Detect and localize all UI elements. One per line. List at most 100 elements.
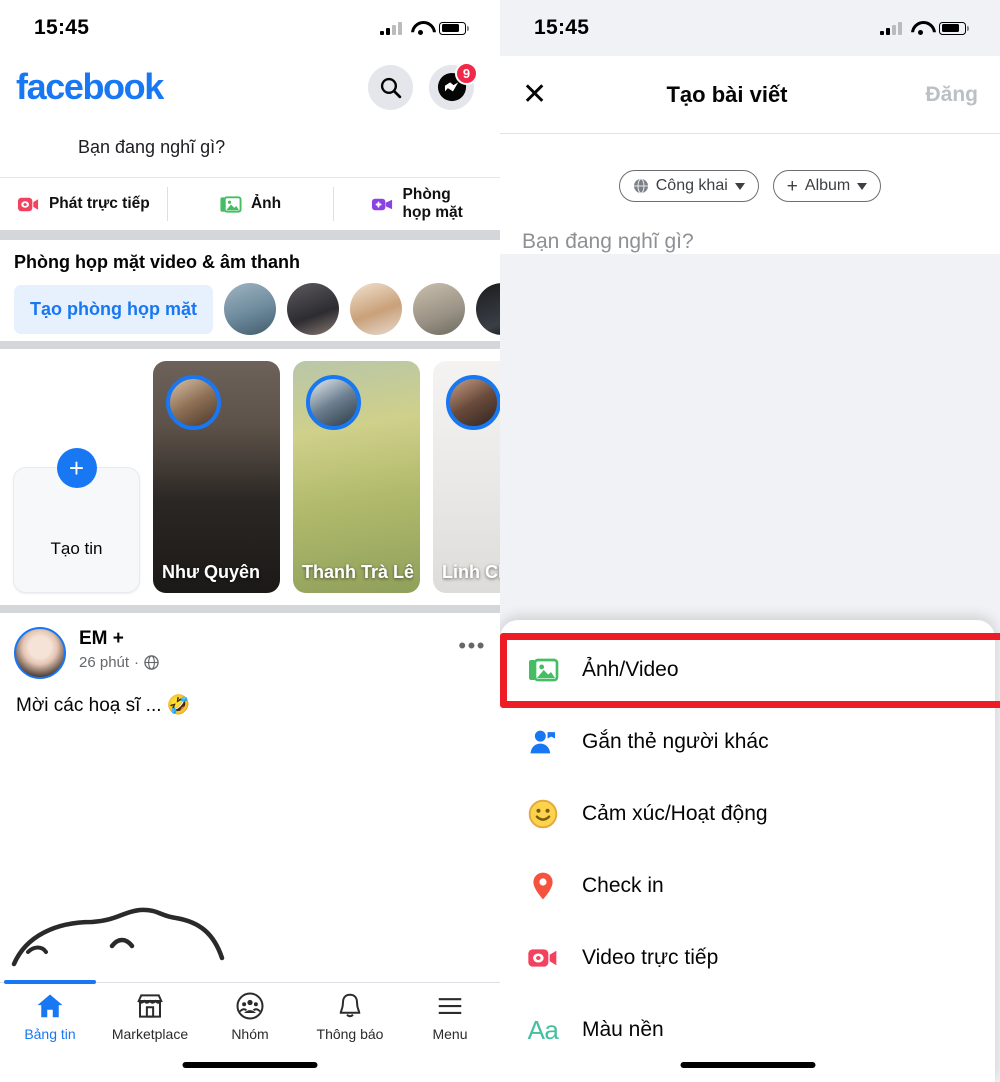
home-indicator <box>680 1062 815 1068</box>
photo-icon <box>220 195 242 213</box>
nav-label: Nhóm <box>231 1026 269 1042</box>
close-icon[interactable]: ✕ <box>522 79 564 110</box>
bell-icon <box>339 993 361 1018</box>
tab-live-video-label: Phát trực tiếp <box>48 195 150 212</box>
option-live-video[interactable]: Video trực tiếp <box>500 922 995 994</box>
active-tab-indicator <box>4 980 96 984</box>
post-text-placeholder: Bạn đang nghĩ gì? <box>522 230 694 253</box>
option-photo-video[interactable]: Ảnh/Video <box>500 634 995 706</box>
nav-item-bang-tin[interactable]: Bảng tin <box>0 991 100 1042</box>
option-label: Màu nền <box>582 1018 664 1041</box>
battery-icon <box>939 21 969 35</box>
cellular-signal-icon <box>380 21 402 35</box>
story-card[interactable]: Linh Ch <box>433 361 500 593</box>
battery-icon <box>439 21 469 35</box>
tab-photo[interactable]: Ảnh <box>166 178 334 230</box>
meta-dot: · <box>134 653 140 671</box>
option-feeling-activity[interactable]: Cảm xúc/Hoạt động <box>500 778 995 850</box>
rooms-title: Phòng họp mặt video & âm thanh <box>14 252 301 272</box>
room-avatar[interactable] <box>223 283 276 335</box>
nav-item-marketplace[interactable]: Marketplace <box>100 991 200 1042</box>
story-card[interactable]: Thanh Trà Lê <box>293 361 420 593</box>
status-bar-left: 15:45 <box>0 0 500 56</box>
nav-label: Bảng tin <box>24 1026 76 1042</box>
post-options-list: Ảnh/Video Gắn thẻ người khác Cảm xúc/Hoạ… <box>500 620 995 1066</box>
messenger-button[interactable]: 9 <box>429 61 478 110</box>
album-selector-chip[interactable]: + Album <box>772 170 882 202</box>
post-settings-chips: Công khai + Album <box>500 134 1000 202</box>
create-story-card[interactable]: + Tạo tin <box>13 448 140 593</box>
create-post-screen: 15:45 ✕ Tạo bài viết Đăng Công khai + Al… <box>500 0 1000 1082</box>
option-tag-people[interactable]: Gắn thẻ người khác <box>500 706 995 778</box>
chevron-down-icon <box>857 182 868 190</box>
room-avatar[interactable] <box>475 283 500 335</box>
room-avatar[interactable] <box>349 283 402 335</box>
room-avatar[interactable] <box>412 283 465 335</box>
option-label: Cảm xúc/Hoạt động <box>582 802 768 825</box>
globe-icon <box>144 655 159 670</box>
composer-tabs: Phát trực tiếp Ảnh Phòng họp mặt <box>0 178 500 230</box>
dual-screenshot: 15:45 facebook 9 Bạn đang nghĩ gì? Phát … <box>0 0 1000 1082</box>
search-button[interactable] <box>368 64 413 110</box>
post-button[interactable]: Đăng <box>890 83 979 107</box>
room-avatar[interactable] <box>286 283 339 335</box>
post-author-block: EM + 26 phút · <box>79 627 159 671</box>
avatar[interactable] <box>14 627 66 679</box>
nav-item-menu[interactable]: Menu <box>400 991 500 1042</box>
wifi-icon <box>411 21 430 35</box>
option-label: Gắn thẻ người khác <box>582 730 769 753</box>
status-time: 15:45 <box>34 16 90 39</box>
post-sketch-image <box>11 907 225 967</box>
chevron-down-icon <box>734 182 745 190</box>
emoji-smiley-icon <box>526 797 560 831</box>
tab-room[interactable]: Phòng họp mặt <box>333 178 500 230</box>
tab-room-label-2: họp mặt <box>402 204 463 221</box>
composer-entry[interactable]: Bạn đang nghĩ gì? <box>0 118 500 178</box>
status-bar-right: 15:45 <box>500 0 1000 56</box>
live-video-icon <box>526 941 560 975</box>
post-meta: 26 phút · <box>79 654 159 671</box>
option-label: Check in <box>582 874 664 897</box>
option-background-color[interactable]: Aa Màu nền <box>500 994 995 1066</box>
home-icon <box>37 994 63 1018</box>
nav-label: Menu <box>432 1026 468 1042</box>
nav-item-nhom[interactable]: Nhóm <box>200 991 300 1042</box>
rooms-row: Tạo phòng họp mặt <box>0 283 500 335</box>
feed-post: EM + 26 phút · ••• Mời các hoạ sĩ ... 🤣 <box>0 613 500 717</box>
create-room-button[interactable]: Tạo phòng họp mặt <box>14 284 213 334</box>
post-header: EM + 26 phút · ••• <box>14 627 486 679</box>
live-video-icon <box>17 197 39 211</box>
story-name: Thanh Trà Lê <box>302 562 414 582</box>
nav-label: Marketplace <box>111 1026 189 1042</box>
post-text-area[interactable]: Bạn đang nghĩ gì? <box>500 202 1000 254</box>
audience-selector-chip[interactable]: Công khai <box>618 170 759 202</box>
nav-item-thong-bao[interactable]: Thông báo <box>300 991 400 1042</box>
story-avatar <box>166 375 221 430</box>
tag-person-icon <box>526 725 560 759</box>
facebook-logo: facebook <box>16 66 164 107</box>
background-color-icon: Aa <box>527 1014 559 1045</box>
header-actions: 9 <box>368 61 478 110</box>
status-time: 15:45 <box>534 16 590 39</box>
option-check-in[interactable]: Check in <box>500 850 995 922</box>
wifi-icon <box>911 21 930 35</box>
story-name: Linh Ch <box>442 562 500 582</box>
plus-icon: + <box>786 175 798 197</box>
option-label: Ảnh/Video <box>582 658 679 681</box>
messenger-badge: 9 <box>455 61 478 85</box>
tab-photo-label: Ảnh <box>250 195 282 212</box>
post-options-sheet: Ảnh/Video Gắn thẻ người khác Cảm xúc/Hoạ… <box>500 620 1000 1082</box>
more-options-icon[interactable]: ••• <box>458 627 486 657</box>
composer-placeholder: Bạn đang nghĩ gì? <box>78 137 226 157</box>
section-divider-1 <box>0 230 500 240</box>
facebook-header: facebook 9 <box>0 56 500 118</box>
hamburger-menu-icon <box>438 998 462 1014</box>
story-card[interactable]: Như Quyên <box>153 361 280 593</box>
cellular-signal-icon <box>880 21 902 35</box>
section-divider-2 <box>0 341 500 349</box>
tab-live-video[interactable]: Phát trực tiếp <box>0 178 167 230</box>
photo-video-icon <box>526 653 560 687</box>
tab-room-label: Phòng <box>402 186 451 204</box>
bottom-navigation: Bảng tin Marketplace Nhóm Thông báo Menu <box>0 980 500 1082</box>
create-post-header: ✕ Tạo bài viết Đăng <box>500 56 1000 134</box>
